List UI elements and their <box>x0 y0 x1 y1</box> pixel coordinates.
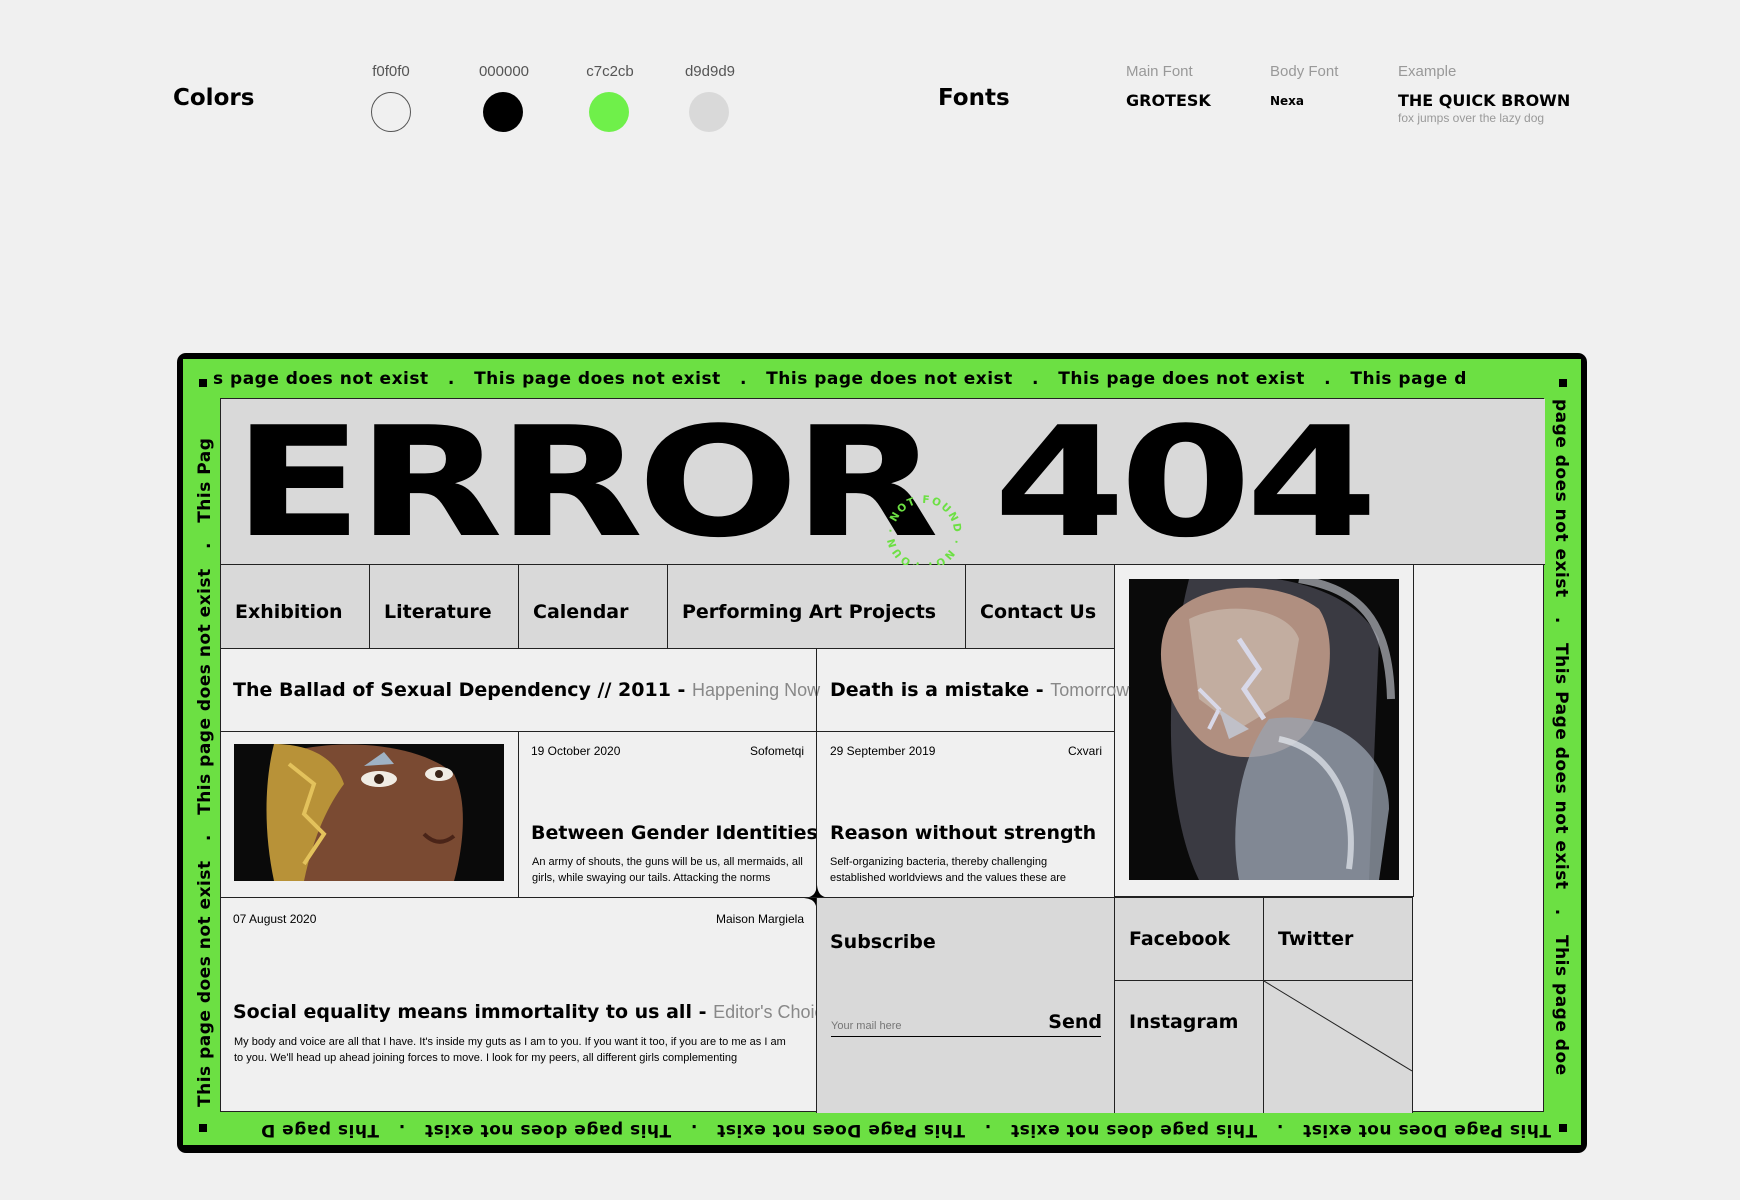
nav-calendar[interactable]: Calendar <box>518 565 668 649</box>
ticker-left: This page does not exist . This page doe… <box>195 399 221 1107</box>
card-author: Maison Margiela <box>715 912 804 926</box>
nav-label: Literature <box>384 601 492 623</box>
card-author: Sofometqi <box>749 744 804 758</box>
green-frame: s page does not exist . This page does n… <box>183 359 1581 1145</box>
nav-exhibition[interactable]: Exhibition <box>221 565 370 649</box>
card-date: 29 September 2019 <box>830 744 936 758</box>
example-label: Example <box>1398 63 1457 80</box>
email-input[interactable] <box>831 1016 1011 1036</box>
main-font-value: GROTESK <box>1126 91 1211 110</box>
card-text: Self-organizing bacteria, thereby challe… <box>830 856 1067 884</box>
svg-text:· NOT FOUND · NOT FOUND: · NOT FOUND · NOT FOUND <box>882 491 963 572</box>
portrait-gold-photo <box>234 744 504 881</box>
main-font-label: Main Font <box>1126 63 1193 80</box>
subscribe-box: Subscribe Send <box>816 897 1115 1113</box>
nav-label: Contact Us <box>980 601 1097 623</box>
social-label: Instagram <box>1129 1011 1239 1033</box>
social-instagram[interactable]: Instagram <box>1114 980 1264 1113</box>
fonts-title: Fonts <box>938 85 1010 111</box>
nav-label: Exhibition <box>235 601 343 623</box>
headline-text: The Ballad of Sexual Dependency // 2011 … <box>233 679 820 701</box>
article-card-gender[interactable]: 19 October 2020 Sofometqi Between Gender… <box>518 731 818 898</box>
example-heading: THE QUICK BROWN <box>1398 91 1571 110</box>
colors-title: Colors <box>173 85 255 111</box>
article-card-reason[interactable]: 29 September 2019 Cxvari Reason without … <box>816 731 1115 898</box>
portrait-chrome-photo <box>1129 579 1399 880</box>
social-twitter[interactable]: Twitter <box>1263 897 1413 981</box>
error-title: ERROR 404 <box>233 399 1378 565</box>
corner-dot <box>1559 1124 1567 1132</box>
headline-death[interactable]: Death is a mistake - Tomorrow <box>816 648 1129 732</box>
card-text: My body and voice are all that I have. I… <box>234 1036 786 1064</box>
swatch-gray <box>689 92 729 132</box>
photo-cell-left <box>221 731 519 898</box>
corner-dot <box>1559 379 1567 387</box>
article-feature-equality[interactable]: 07 August 2020 Maison Margiela Social eq… <box>221 897 834 1113</box>
ticker-bottom: This Page Does not exist . This page doe… <box>260 1120 1551 1140</box>
corner-dot <box>199 1124 207 1132</box>
headline-text: Death is a mistake - Tomorrow <box>830 679 1129 701</box>
swatch-label: 000000 <box>478 63 530 80</box>
swatch-black <box>483 92 523 132</box>
social-label: Twitter <box>1278 928 1354 950</box>
ticker-right: page does not exist . This Page does not… <box>1545 399 1571 1107</box>
send-button[interactable]: Send <box>1048 1011 1102 1033</box>
swatch-label: f0f0f0 <box>372 63 410 80</box>
content-grid: ERROR 404 · NOT FOUND · NOT FOUND Exhibi… <box>220 398 1545 1113</box>
card-author: Cxvari <box>1067 744 1102 758</box>
nav-label: Calendar <box>533 601 629 623</box>
photo-cell-right <box>1114 565 1414 897</box>
ticker-top: s page does not exist . This page does n… <box>213 369 1467 389</box>
headline-title: Death is a mistake - <box>830 679 1044 701</box>
not-found-badge: · NOT FOUND · NOT FOUND <box>882 491 963 572</box>
badge-ring <box>906 515 942 551</box>
nav-literature[interactable]: Literature <box>369 565 519 649</box>
headline-tag: Tomorrow <box>1050 680 1130 700</box>
ticker-right-text: page does not exist . This Page does not… <box>1551 399 1571 1076</box>
feature-title: Social equality means immortality to us … <box>233 1001 707 1023</box>
headline-title: The Ballad of Sexual Dependency // 2011 … <box>233 679 686 701</box>
body-font-label: Body Font <box>1270 63 1339 80</box>
swatch-light <box>371 92 411 132</box>
portrait-chrome-image <box>1129 579 1399 880</box>
card-title: Social equality means immortality to us … <box>233 1001 834 1023</box>
card-text: An army of shouts, the guns will be us, … <box>532 856 803 884</box>
body-font-value: Nexa <box>1270 94 1305 108</box>
nav-contact-us[interactable]: Contact Us <box>965 565 1115 649</box>
empty-diagonal-cell <box>1263 980 1413 1113</box>
card-title: Reason without strength <box>830 822 1097 844</box>
headline-ballad[interactable]: The Ballad of Sexual Dependency // 2011 … <box>221 648 820 732</box>
example-body: fox jumps over the lazy dog <box>1398 111 1545 125</box>
swatch-label: c7c2cb <box>586 63 634 80</box>
badge-text: · NOT FOUND · NOT FOUND <box>882 491 962 572</box>
email-underline <box>831 1036 1101 1037</box>
headline-tag: Happening Now <box>692 680 821 700</box>
card-date: 07 August 2020 <box>233 912 317 926</box>
social-label: Facebook <box>1129 928 1231 950</box>
portrait-gold-image <box>234 744 504 881</box>
card-title: Between Gender Identities <box>531 822 818 844</box>
subscribe-title: Subscribe <box>830 931 936 953</box>
card-date: 19 October 2020 <box>531 744 621 758</box>
diagonal-line <box>1264 981 1412 1072</box>
swatch-green <box>589 92 629 132</box>
corner-dot <box>199 379 207 387</box>
social-facebook[interactable]: Facebook <box>1114 897 1264 981</box>
nav-label: Performing Art Projects <box>682 601 937 623</box>
swatch-label: d9d9d9 <box>684 63 736 80</box>
ticker-left-text: This page does not exist . This page doe… <box>195 437 215 1107</box>
error-404-poster: s page does not exist . This page does n… <box>177 353 1587 1153</box>
nav-performing-art-projects[interactable]: Performing Art Projects <box>667 565 966 649</box>
